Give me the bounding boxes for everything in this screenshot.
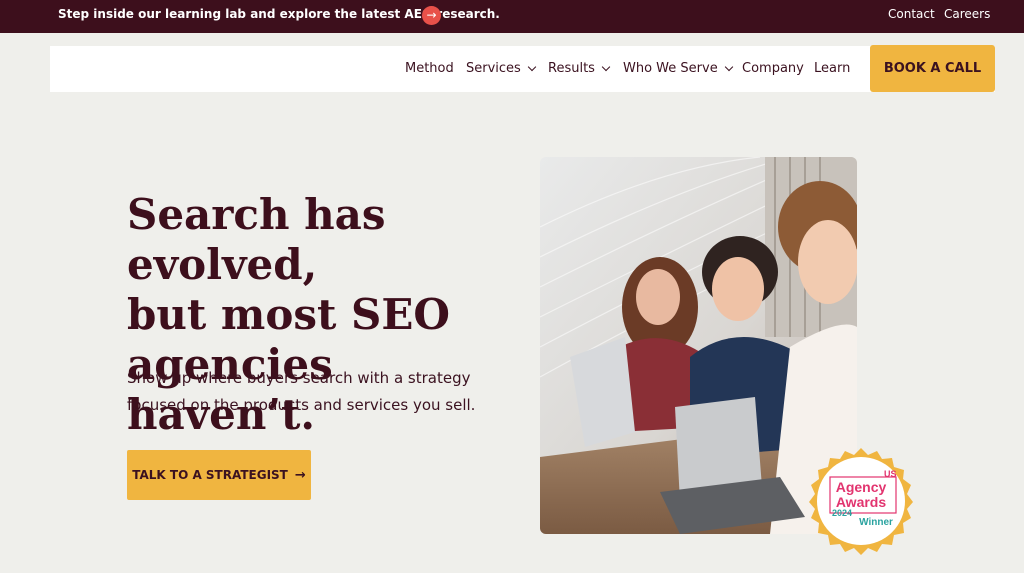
badge-year: 2024	[832, 508, 852, 518]
arrow-right-icon[interactable]: →	[422, 6, 441, 25]
announcement-bar: Step inside our learning lab and explore…	[0, 0, 1024, 33]
award-seal-icon: US Agency Awards 2024 Winner	[809, 448, 913, 555]
nav-item-learn[interactable]: Learn	[814, 61, 850, 76]
nav-item-label: Results	[548, 61, 595, 76]
contact-link[interactable]: Contact	[888, 7, 935, 21]
nav-item-method[interactable]: Method	[405, 61, 454, 76]
chevron-down-icon	[527, 62, 537, 71]
nav-item-who-we-serve[interactable]: Who We Serve	[623, 61, 733, 76]
book-a-call-button[interactable]: BOOK A CALL	[870, 45, 995, 92]
nav-item-label: Method	[405, 61, 454, 76]
subtitle-line: Show up where buyers search with a strat…	[127, 369, 471, 387]
nav-item-results[interactable]: Results	[548, 61, 611, 76]
chevron-down-icon	[601, 62, 611, 71]
careers-link[interactable]: Careers	[944, 7, 990, 21]
nav-item-label: Services	[466, 61, 521, 76]
headline-line: Search has evolved,	[127, 190, 386, 289]
subtitle-line: focused on the products and services you…	[127, 396, 476, 414]
nav-item-label: Who We Serve	[623, 61, 718, 76]
nav-item-label: Learn	[814, 61, 851, 76]
main-navigation: Method Services Results Who We Serve Com…	[50, 45, 995, 92]
arrow-right-icon: →	[294, 467, 306, 483]
hero-subtitle: Show up where buyers search with a strat…	[127, 365, 507, 419]
agency-awards-badge: US Agency Awards 2024 Winner	[800, 440, 922, 562]
chevron-down-icon	[724, 62, 733, 71]
headline-line: but most SEO	[127, 290, 450, 339]
nav-item-company[interactable]: Company	[742, 61, 804, 76]
talk-to-strategist-button[interactable]: TALK TO A STRATEGIST →	[127, 450, 311, 500]
badge-line1: Agency	[836, 479, 887, 495]
nav-item-services[interactable]: Services	[466, 61, 537, 76]
cta-label: TALK TO A STRATEGIST	[132, 468, 288, 482]
badge-status: Winner	[859, 517, 893, 528]
nav-item-label: Company	[742, 61, 804, 76]
